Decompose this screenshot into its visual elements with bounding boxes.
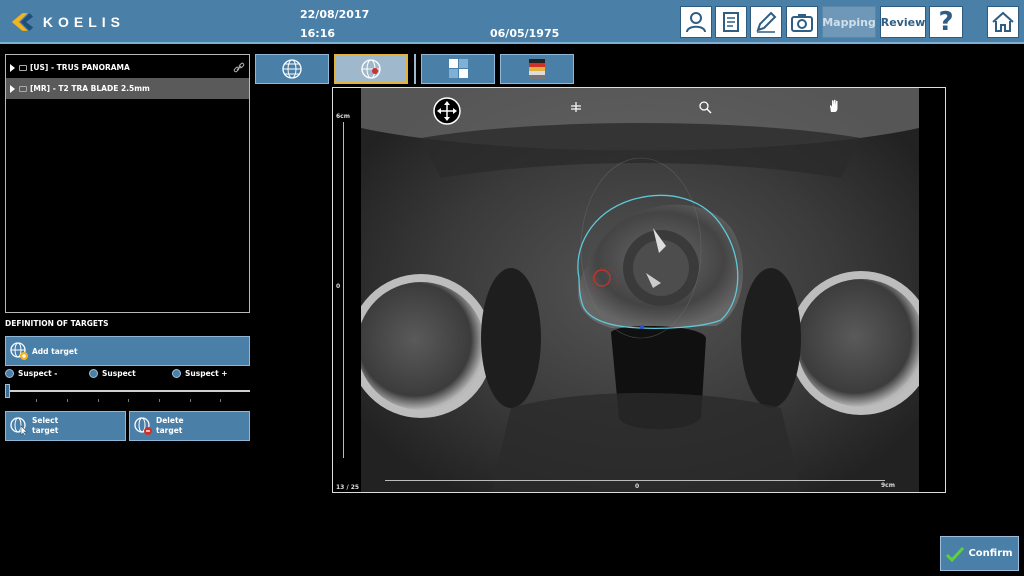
header-bar: KOELIS 22/08/2017 16:16 06/05/1975 Mappi… xyxy=(0,0,1024,44)
camera-icon xyxy=(791,14,813,32)
color-scale-icon xyxy=(529,59,545,79)
scale-bottom-mid-label: 0 xyxy=(635,483,640,490)
vertical-scale xyxy=(343,122,344,458)
koelis-logo: KOELIS xyxy=(10,8,125,36)
link-icon[interactable] xyxy=(233,62,245,74)
confirm-button[interactable]: Confirm xyxy=(940,536,1019,571)
slider-tick xyxy=(190,399,191,402)
tab-separator xyxy=(414,54,416,84)
patient-birth-date: 06/05/1975 xyxy=(490,27,560,40)
layout-grid-icon xyxy=(449,59,468,78)
exam-date: 22/08/2017 xyxy=(300,8,370,21)
expand-arrow-icon[interactable] xyxy=(10,84,15,93)
add-target-label: Add target xyxy=(32,346,78,356)
series-item-trus[interactable]: [US] - TRUS PANORAMA xyxy=(6,57,249,78)
series-label: [MR] - T2 TRA BLADE 2.5mm xyxy=(30,84,150,93)
slider-tick xyxy=(98,399,99,402)
targets-section-title: DEFINITION OF TARGETS xyxy=(5,319,109,328)
tab-3d-view[interactable] xyxy=(255,54,329,84)
radio-suspect[interactable]: Suspect xyxy=(89,369,136,378)
delete-target-label-line2: target xyxy=(156,426,183,435)
suspicion-slider-track[interactable] xyxy=(5,390,250,392)
series-label: [US] - TRUS PANORAMA xyxy=(30,63,130,72)
delete-target-label: Delete target xyxy=(156,416,184,436)
review-button[interactable]: Review xyxy=(880,6,926,38)
checkmark-icon xyxy=(946,546,965,562)
add-target-button[interactable]: Add target xyxy=(5,336,250,366)
delete-target-button[interactable]: Delete target xyxy=(129,411,250,441)
radio-dot[interactable] xyxy=(5,369,14,378)
select-target-icon xyxy=(10,417,28,436)
mri-image[interactable] xyxy=(361,88,919,492)
delete-target-icon xyxy=(134,417,152,435)
radio-label: Suspect - xyxy=(18,369,58,378)
series-list: [US] - TRUS PANORAMA [MR] - T2 TRA BLADE… xyxy=(5,54,250,313)
home-button[interactable] xyxy=(987,6,1019,38)
slider-tick xyxy=(36,399,37,402)
scale-mid-label: 0 xyxy=(336,283,341,290)
suspicion-radio-group: Suspect - Suspect Suspect + xyxy=(5,369,250,381)
expand-arrow-icon[interactable] xyxy=(10,63,15,72)
radio-dot[interactable] xyxy=(172,369,181,378)
slider-tick xyxy=(220,399,221,402)
select-target-label: Select target xyxy=(32,416,58,436)
globe-icon xyxy=(282,59,302,79)
radio-label: Suspect xyxy=(102,369,136,378)
home-icon xyxy=(992,11,1014,32)
confirm-label: Confirm xyxy=(968,548,1013,559)
scale-right-label: 9cm xyxy=(881,482,895,489)
radio-suspect-plus[interactable]: Suspect + xyxy=(172,369,228,378)
patient-icon xyxy=(686,12,706,33)
mapping-button[interactable]: Mapping xyxy=(822,6,876,38)
tab-targeting-view[interactable] xyxy=(334,54,408,84)
select-target-label-line2: target xyxy=(32,426,59,435)
select-target-button[interactable]: Select target xyxy=(5,411,126,441)
horizontal-scale xyxy=(385,480,885,481)
zoom-icon[interactable] xyxy=(698,100,712,114)
tab-layout[interactable] xyxy=(421,54,495,84)
globe-target-icon xyxy=(361,59,381,79)
suspicion-slider-thumb[interactable] xyxy=(5,384,10,398)
koelis-logo-icon xyxy=(11,13,34,31)
window-level-icon[interactable] xyxy=(569,100,583,114)
scale-top-label: 6cm xyxy=(336,113,350,120)
annotate-button[interactable] xyxy=(750,6,782,38)
exam-time: 16:16 xyxy=(300,27,336,40)
radio-label: Suspect + xyxy=(185,369,228,378)
series-item-mr[interactable]: [MR] - T2 TRA BLADE 2.5mm xyxy=(6,78,249,99)
pencil-icon xyxy=(756,11,777,33)
slider-tick xyxy=(128,399,129,402)
move-icon[interactable] xyxy=(433,97,461,125)
snapshot-button[interactable] xyxy=(786,6,818,38)
help-button[interactable]: ? xyxy=(929,6,963,38)
pan-hand-icon[interactable] xyxy=(827,99,841,113)
tab-contrast[interactable] xyxy=(500,54,574,84)
series-type-icon xyxy=(19,85,27,92)
document-icon xyxy=(723,12,739,32)
select-target-label-line1: Select xyxy=(32,416,59,425)
add-target-icon xyxy=(10,342,28,360)
patient-button[interactable] xyxy=(680,6,712,38)
brand-name: KOELIS xyxy=(42,14,125,30)
slider-tick xyxy=(159,399,160,402)
radio-dot[interactable] xyxy=(89,369,98,378)
delete-target-label-line1: Delete xyxy=(156,416,184,425)
mri-viewer[interactable]: 6cm 0 0 9cm 13 / 25 xyxy=(332,87,946,493)
series-type-icon xyxy=(19,64,27,71)
slice-indicator: 13 / 25 xyxy=(336,484,360,491)
radio-suspect-minus[interactable]: Suspect - xyxy=(5,369,57,378)
slider-tick xyxy=(67,399,68,402)
report-button[interactable] xyxy=(715,6,747,38)
